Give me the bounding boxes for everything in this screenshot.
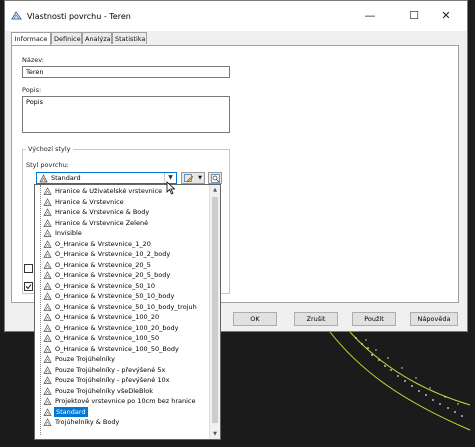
surface-style-icon — [43, 386, 52, 395]
dropdown-item-label: Hranice & Vrstevnice & Body — [55, 208, 150, 216]
help-button[interactable]: Nápověda — [410, 312, 458, 326]
name-field[interactable]: Teren — [22, 66, 230, 78]
default-styles-label: Výchozí styly — [26, 145, 73, 153]
dropdown-item-label: O_Hranice & Vrstevnice_100_50 — [55, 334, 160, 342]
surface-style-icon — [43, 208, 52, 216]
surface-style-icon — [43, 250, 52, 258]
preview-icon — [211, 174, 220, 183]
surface-style-icon — [43, 187, 52, 195]
dropdown-item-label: Hranice & Uživatelské vrstevnice — [55, 187, 163, 195]
dropdown-item-label: O_Hranice & Vrstevnice_100_20_body — [55, 323, 179, 332]
surface-style-icon — [43, 271, 52, 279]
maximize-button[interactable]: ☐ — [401, 7, 427, 25]
dropdown-item-label: Standard — [54, 406, 88, 417]
tab-informace[interactable]: Informace — [11, 32, 51, 45]
surface-style-icon — [43, 323, 52, 332]
surface-style-icon — [43, 397, 52, 405]
description-label: Popis: — [22, 86, 42, 94]
surface-style-icon — [43, 260, 52, 269]
surface-style-icon — [43, 344, 52, 353]
surface-style-icon — [43, 197, 52, 206]
dropdown-item-label: Pouze Trojúhelníky — [55, 355, 115, 363]
surface-style-combo[interactable]: Standard ▼ — [36, 172, 177, 184]
checkbox-2[interactable] — [24, 282, 33, 291]
dropdown-item-label: O_Hranice & Vrstevnice_20_5 — [55, 260, 151, 269]
checkbox-1[interactable] — [24, 264, 33, 273]
surface-style-icon — [43, 218, 52, 227]
surface-style-label: Styl povrchu: — [26, 161, 69, 169]
close-button[interactable]: ✕ — [433, 7, 459, 25]
surface-style-icon — [43, 281, 52, 290]
surface-style-icon — [43, 407, 52, 416]
dropdown-item-label: Invisible — [55, 229, 82, 237]
dropdown-item-label: O_Hranice & Vrstevnice_10_2_body — [55, 250, 171, 258]
dropdown-item-label: O_Hranice & Vrstevnice_100_50_Body — [55, 344, 179, 353]
title-bar: Vlastnosti povrchu - Teren — ☐ ✕ — [5, 1, 467, 31]
dropdown-item-label: Pouze Trojúhelníky všeDleBlok — [55, 386, 154, 395]
surface-style-icon — [43, 229, 52, 237]
dropdown-item-label: Projektové vrstevnice po 10cm bez hranic… — [55, 397, 196, 405]
edit-style-button[interactable]: ▼ — [181, 172, 205, 184]
surface-style-dropdown-list[interactable]: Hranice & Uživatelské vrstevnice Hranice … — [34, 184, 221, 440]
dropdown-item-label: O_Hranice & Vrstevnice_1_20 — [55, 239, 151, 248]
cancel-button[interactable]: Zrušit — [294, 312, 338, 326]
surface-style-icon — [43, 355, 52, 363]
dropdown-item-label: Hranice & Vrstevnice Zelené — [55, 218, 149, 227]
name-label: Název: — [22, 56, 44, 64]
surface-style-value: Standard — [51, 174, 81, 182]
minimize-button[interactable]: — — [357, 7, 383, 25]
checkmark-icon — [25, 284, 32, 290]
scroll-down-icon[interactable]: ▼ — [210, 429, 220, 439]
surface-style-icon — [43, 418, 52, 426]
surface-style-icon — [43, 376, 52, 384]
surface-style-icon — [43, 239, 52, 248]
surface-style-icon — [39, 174, 48, 183]
ok-button[interactable]: OK — [233, 312, 277, 326]
dropdown-item-label: O_Hranice & Vrstevnice_50_10_body_trojuh — [55, 302, 197, 311]
dropdown-item-label: O_Hranice & Vrstevnice_100_20 — [55, 313, 160, 321]
dropdown-item-label: O_Hranice & Vrstevnice_20_5_body — [55, 271, 171, 279]
dropdown-scrollbar[interactable]: ▲ ▼ — [209, 185, 220, 439]
surface-style-icon — [43, 292, 52, 300]
description-field[interactable]: Popis — [22, 96, 230, 133]
mouse-cursor-icon — [166, 181, 176, 195]
dropdown-item-label: Hranice & Vrstevnice — [55, 197, 124, 206]
tab-analyza[interactable]: Analýza — [82, 32, 112, 44]
surface-icon — [11, 11, 22, 20]
preview-style-button[interactable] — [208, 172, 222, 184]
surface-style-icon — [43, 334, 52, 342]
scrollbar-thumb[interactable] — [212, 197, 218, 423]
surface-style-icon — [43, 365, 52, 374]
tab-statistika[interactable]: Statistika — [112, 32, 147, 44]
tab-definice[interactable]: Definice — [51, 32, 82, 44]
edit-style-icon — [184, 174, 194, 183]
dropdown-item-label: O_Hranice & Vrstevnice_50_10 — [55, 281, 156, 290]
apply-button[interactable]: Použít — [352, 312, 396, 326]
dropdown-item-label: Trojúhelníky & Body — [55, 418, 120, 426]
tree-connector — [40, 185, 41, 435]
dropdown-item-label: Pouze Trojúhelníky - převýšené 5x — [55, 365, 166, 374]
dropdown-item-label: Pouze Trojúhelníky - převýšené 10x — [55, 376, 170, 384]
surface-style-icon — [43, 313, 52, 321]
dropdown-item-label: O_Hranice & Vrstevnice_50_10_body — [55, 292, 175, 300]
scroll-up-icon[interactable]: ▲ — [210, 185, 220, 195]
surface-style-icon — [43, 302, 52, 311]
window-title: Vlastnosti povrchu - Teren — [27, 12, 131, 21]
chevron-down-icon: ▼ — [198, 175, 202, 181]
